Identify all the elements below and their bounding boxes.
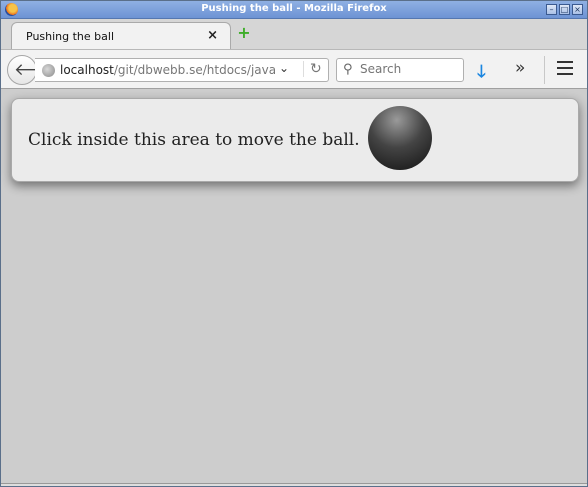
window-title: Pushing the ball - Mozilla Firefox xyxy=(201,3,387,14)
url-path: /git/dbwebb.se/htdocs/javas xyxy=(113,63,275,77)
ball xyxy=(368,106,432,170)
reload-icon[interactable]: ↻ xyxy=(303,61,322,77)
ball-area[interactable]: Click inside this area to move the ball. xyxy=(11,98,579,182)
maximize-icon[interactable]: □ xyxy=(559,4,570,15)
download-arrow-icon[interactable]: 🡓 xyxy=(477,59,486,88)
url-text[interactable]: localhost/git/dbwebb.se/htdocs/javas xyxy=(60,63,275,77)
instruction-text: Click inside this area to move the ball. xyxy=(28,130,360,150)
navigation-toolbar: 🡐 localhost/git/dbwebb.se/htdocs/javas ⌄… xyxy=(1,49,587,89)
search-box[interactable]: ⚲ xyxy=(336,58,464,82)
window-controls: – □ × xyxy=(546,4,583,15)
firefox-window: Pushing the ball - Mozilla Firefox – □ ×… xyxy=(0,0,588,487)
url-host: localhost xyxy=(60,63,114,77)
close-icon[interactable]: × xyxy=(572,4,583,15)
tab-strip: Pushing the ball × + xyxy=(1,19,587,50)
tab-close-icon[interactable]: × xyxy=(207,28,218,43)
title-bar[interactable]: Pushing the ball - Mozilla Firefox – □ × xyxy=(1,1,587,19)
globe-icon xyxy=(42,64,55,77)
new-tab-plus-icon[interactable]: + xyxy=(236,25,252,41)
page-content: Click inside this area to move the ball. xyxy=(1,89,587,486)
minimize-icon[interactable]: – xyxy=(546,4,557,15)
search-icon: ⚲ xyxy=(343,62,353,77)
toolbar-separator xyxy=(544,56,545,84)
search-input[interactable] xyxy=(360,62,460,76)
hamburger-menu-icon[interactable] xyxy=(557,61,573,75)
tab-pushing-the-ball[interactable]: Pushing the ball × xyxy=(11,22,231,50)
url-dropdown-icon[interactable]: ⌄ xyxy=(279,61,289,75)
status-line xyxy=(1,483,587,486)
overflow-chevron-icon[interactable]: » xyxy=(515,58,525,78)
back-button[interactable]: 🡐 xyxy=(7,55,60,85)
tab-label: Pushing the ball xyxy=(26,30,115,43)
url-bar[interactable]: localhost/git/dbwebb.se/htdocs/javas ⌄ ↻ xyxy=(35,58,329,82)
